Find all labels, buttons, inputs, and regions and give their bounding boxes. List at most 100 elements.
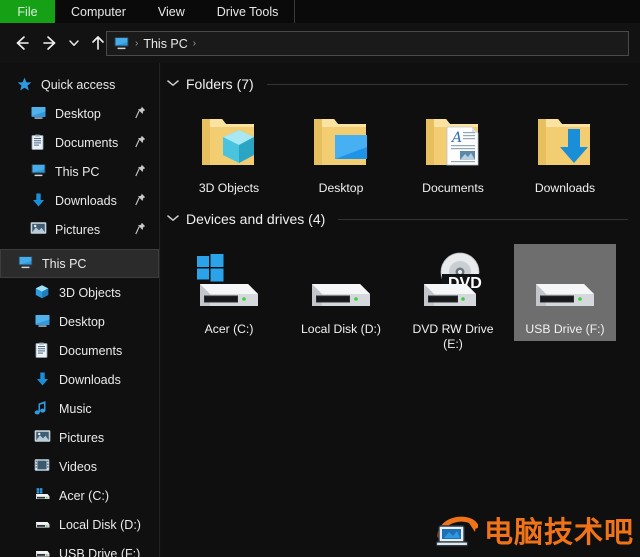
sidebar-label-music: Music	[59, 401, 92, 416]
group-divider-devices	[338, 218, 628, 220]
sidebar-item-desktop[interactable]: Desktop	[0, 307, 159, 336]
this-pc-icon	[113, 36, 130, 51]
sidebar-item-downloads-qa[interactable]: Downloads	[0, 186, 159, 215]
folder-downloads-icon	[528, 109, 602, 175]
address-bar[interactable]: › This PC ›	[106, 31, 629, 56]
recent-locations-chevron-down-icon[interactable]	[64, 29, 84, 57]
sidebar-label-usb-drive-f: USB Drive (F:)	[59, 546, 141, 557]
sidebar-item-quick-access[interactable]: Quick access	[0, 70, 159, 99]
folder-documents-icon: A	[416, 109, 490, 175]
sidebar-item-desktop-qa[interactable]: Desktop	[0, 99, 159, 128]
pictures-icon	[30, 221, 47, 238]
group-title-folders: Folders (7)	[186, 76, 254, 92]
breadcrumb-separator-0: ›	[135, 38, 139, 49]
tile-3d-objects[interactable]: 3D Objects	[173, 97, 285, 200]
tile-usb-drive-f[interactable]: USB Drive (F:)	[509, 238, 621, 356]
folder-desktop-icon	[304, 109, 378, 175]
3d-objects-icon	[34, 284, 51, 301]
file-list-pane[interactable]: Folders (7) 3D Objects Desktop A Documen…	[161, 63, 640, 557]
sidebar-item-this-pc[interactable]: This PC	[0, 249, 159, 278]
chevron-down-icon[interactable]	[166, 212, 181, 227]
forward-arrow-icon[interactable]	[36, 29, 64, 57]
sidebar-label-this-pc-qa: This PC	[55, 164, 100, 179]
pin-icon-this-pc[interactable]	[135, 164, 146, 180]
sidebar-label-pictures: Pictures	[59, 430, 105, 445]
tile-label-documents: Documents	[422, 181, 484, 195]
documents-icon	[30, 134, 47, 151]
pin-icon-pictures[interactable]	[135, 222, 146, 238]
ribbon-empty-area	[295, 0, 640, 23]
sidebar-label-this-pc: This PC	[42, 256, 87, 271]
sidebar-label-pictures-qa: Pictures	[55, 222, 101, 237]
sidebar-item-this-pc-qa[interactable]: This PC	[0, 157, 159, 186]
tab-drive-tools[interactable]: Drive Tools	[201, 0, 296, 23]
star-icon	[16, 76, 33, 93]
tile-desktop[interactable]: Desktop	[285, 97, 397, 200]
videos-icon	[34, 458, 51, 475]
tab-drive-tools-label: Drive Tools	[216, 4, 279, 19]
sidebar-label-desktop-qa: Desktop	[55, 106, 101, 121]
documents-icon	[34, 342, 51, 359]
folder-3d-objects-icon	[192, 109, 266, 175]
drive-dvd-icon: DVD	[416, 250, 490, 316]
tile-local-disk-d[interactable]: Local Disk (D:)	[285, 238, 397, 356]
tab-view-label: View	[157, 4, 185, 19]
sidebar-item-documents-qa[interactable]: Documents	[0, 128, 159, 157]
downloads-icon	[34, 371, 51, 388]
desktop-icon	[30, 105, 47, 122]
usb-drive-icon	[34, 545, 51, 557]
drive-usb-icon	[528, 250, 602, 316]
sidebar-item-documents[interactable]: Documents	[0, 336, 159, 365]
tile-downloads[interactable]: Downloads	[509, 97, 621, 200]
sidebar-item-videos[interactable]: Videos	[0, 452, 159, 481]
breadcrumb-separator-1[interactable]: ›	[193, 38, 196, 49]
drive-tiles: Acer (C:) Local Disk (D:) DVD DVD RW Dri…	[161, 238, 640, 356]
group-header-folders[interactable]: Folders (7)	[161, 71, 640, 97]
sidebar-item-downloads[interactable]: Downloads	[0, 365, 159, 394]
sidebar-label-documents-qa: Documents	[55, 135, 119, 150]
tile-label-3d-objects: 3D Objects	[198, 181, 260, 195]
sidebar-item-acer-c[interactable]: Acer (C:)	[0, 481, 159, 510]
ribbon-tab-bar: File Computer View Drive Tools	[0, 0, 640, 23]
tile-documents[interactable]: A Documents	[397, 97, 509, 200]
sidebar-label-local-disk-d: Local Disk (D:)	[59, 517, 141, 532]
sidebar-item-3d-objects[interactable]: 3D Objects	[0, 278, 159, 307]
drive-plain-icon	[304, 250, 378, 316]
tile-dvd-rw-drive-e[interactable]: DVD DVD RW Drive (E:)	[397, 238, 509, 356]
pin-icon-downloads[interactable]	[135, 193, 146, 209]
tile-label-downloads: Downloads	[534, 181, 596, 195]
tab-file-label: File	[17, 4, 38, 19]
sidebar-item-pictures-qa[interactable]: Pictures	[0, 215, 159, 244]
navigation-pane[interactable]: Quick access Desktop Documents This PC D…	[0, 63, 160, 557]
tab-view[interactable]: View	[142, 0, 201, 23]
chevron-down-icon[interactable]	[166, 77, 181, 92]
sidebar-item-usb-drive-f[interactable]: USB Drive (F:)	[0, 539, 159, 557]
music-icon	[34, 400, 51, 417]
sidebar-item-pictures[interactable]: Pictures	[0, 423, 159, 452]
tab-file[interactable]: File	[0, 0, 55, 23]
tile-label-local-disk-d: Local Disk (D:)	[301, 322, 381, 336]
tile-label-dvd-rw-drive-e: DVD RW Drive (E:)	[412, 322, 494, 351]
group-title-devices: Devices and drives (4)	[186, 211, 326, 227]
sidebar-label-downloads: Downloads	[59, 372, 121, 387]
drive-icon	[34, 516, 51, 533]
back-arrow-icon[interactable]	[8, 29, 36, 57]
group-divider-folders	[266, 83, 628, 85]
sidebar-label-videos: Videos	[59, 459, 97, 474]
breadcrumb-this-pc[interactable]: This PC	[143, 37, 187, 51]
tile-acer-c[interactable]: Acer (C:)	[173, 238, 285, 356]
group-header-devices[interactable]: Devices and drives (4)	[161, 206, 640, 232]
sidebar-item-music[interactable]: Music	[0, 394, 159, 423]
pin-icon-desktop[interactable]	[135, 106, 146, 122]
tab-computer[interactable]: Computer	[55, 0, 142, 23]
sidebar-item-local-disk-d[interactable]: Local Disk (D:)	[0, 510, 159, 539]
sidebar-label-documents: Documents	[59, 343, 123, 358]
pin-icon-documents[interactable]	[135, 135, 146, 151]
sidebar-label-quick-access: Quick access	[41, 77, 116, 92]
downloads-icon	[30, 192, 47, 209]
sidebar-label-3d-objects: 3D Objects	[59, 285, 121, 300]
tile-label-usb-drive-f: USB Drive (F:)	[525, 322, 605, 336]
tile-label-acer-c: Acer (C:)	[204, 322, 254, 336]
sidebar-label-acer-c: Acer (C:)	[59, 488, 109, 503]
laptop-swoosh-logo-icon	[435, 512, 478, 548]
